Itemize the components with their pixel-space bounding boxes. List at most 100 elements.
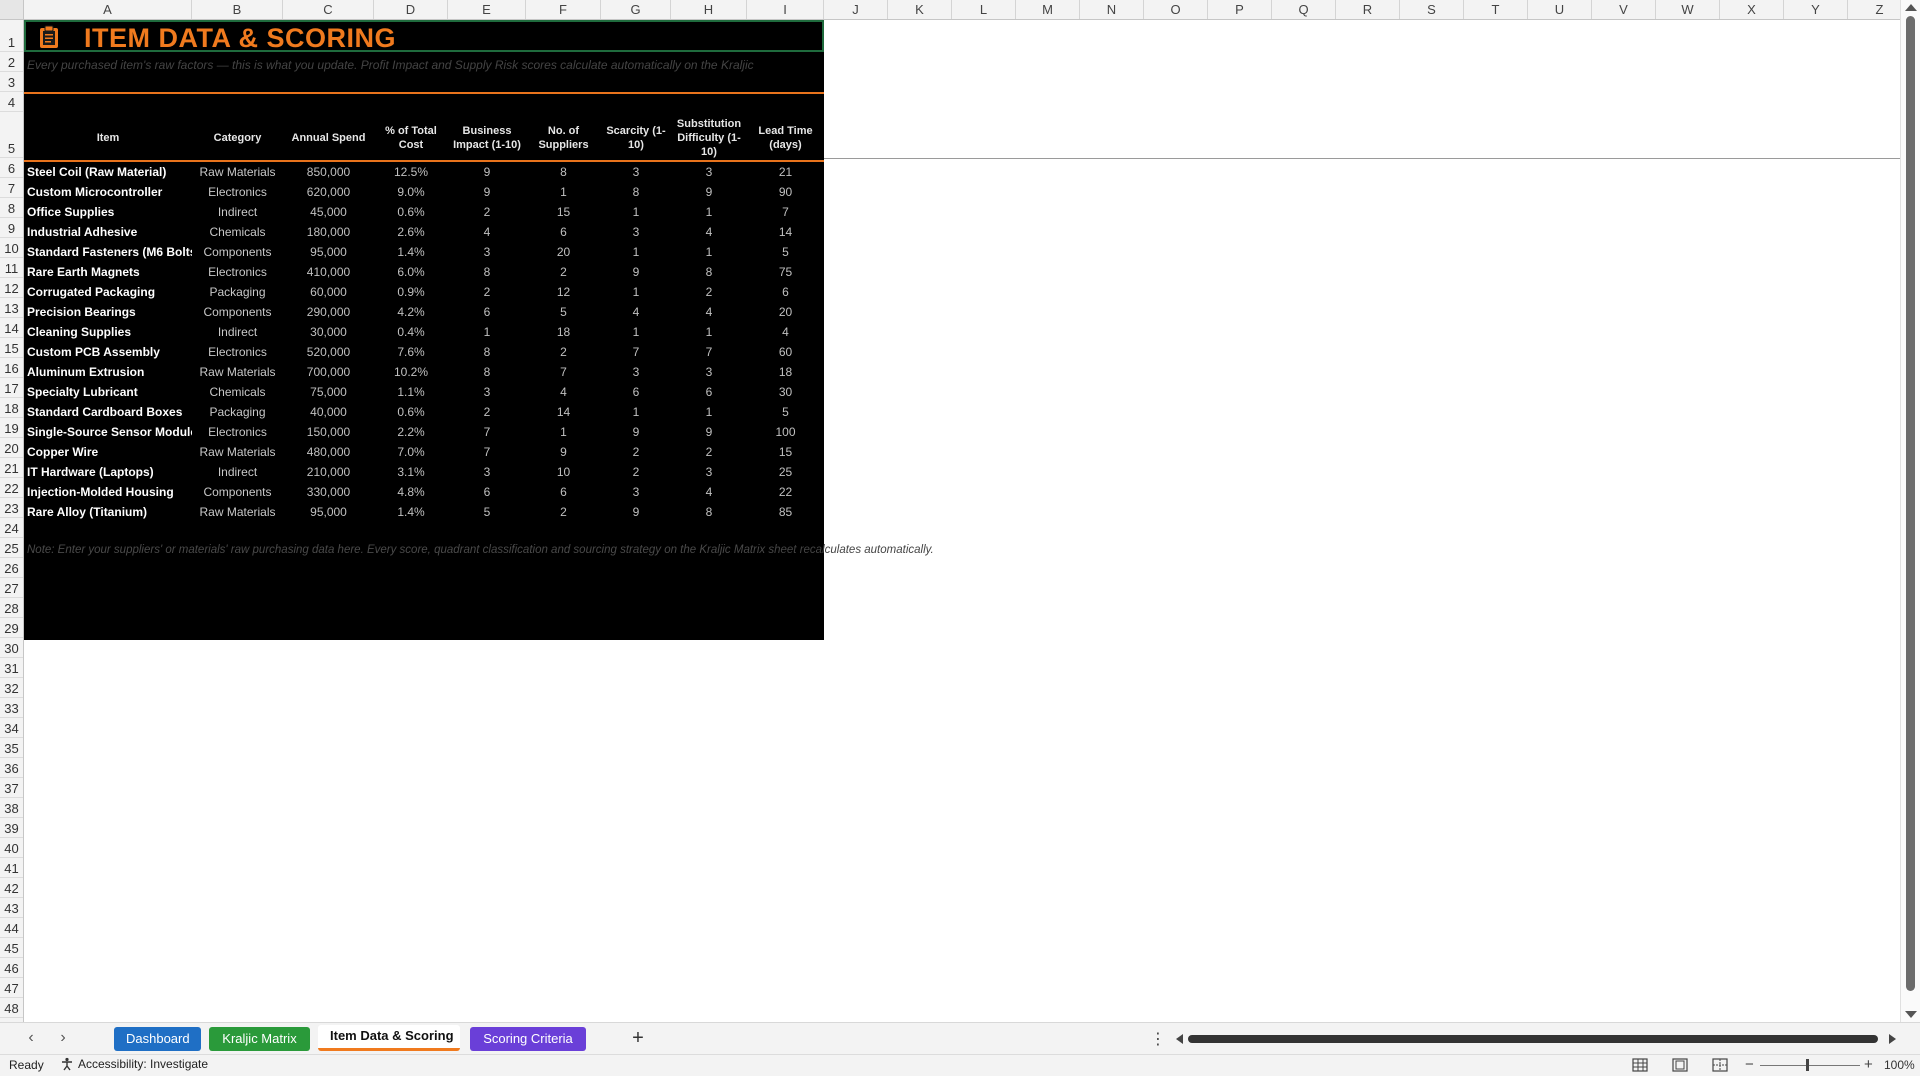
row-header-39[interactable]: 39 — [0, 818, 23, 838]
row-header-19[interactable]: 19 — [0, 418, 23, 438]
row-header-34[interactable]: 34 — [0, 718, 23, 738]
value-cell[interactable]: 3 — [601, 162, 671, 182]
zoom-slider[interactable] — [1760, 1065, 1860, 1066]
value-cell[interactable]: 1.4% — [374, 242, 448, 262]
row-header-3[interactable]: 3 — [0, 72, 23, 92]
horizontal-scrollbar[interactable] — [1176, 1032, 1896, 1046]
category-cell[interactable]: Electronics — [192, 422, 283, 442]
category-cell[interactable]: Chemicals — [192, 382, 283, 402]
value-cell[interactable]: 210,000 — [283, 462, 374, 482]
column-header-j[interactable]: J — [824, 0, 888, 19]
category-cell[interactable]: Electronics — [192, 262, 283, 282]
row-header-31[interactable]: 31 — [0, 658, 23, 678]
value-cell[interactable]: 5 — [747, 242, 824, 262]
row-header-22[interactable]: 22 — [0, 478, 23, 498]
row-header-44[interactable]: 44 — [0, 918, 23, 938]
row-header-32[interactable]: 32 — [0, 678, 23, 698]
value-cell[interactable]: 18 — [747, 362, 824, 382]
page-break-icon[interactable] — [1712, 1058, 1728, 1072]
column-header-k[interactable]: K — [888, 0, 952, 19]
header-cell[interactable]: Business Impact (1-10) — [448, 116, 526, 160]
item-name-cell[interactable]: Cleaning Supplies — [24, 322, 192, 342]
value-cell[interactable]: 14 — [526, 402, 601, 422]
category-cell[interactable]: Indirect — [192, 202, 283, 222]
item-name-cell[interactable]: Specialty Lubricant — [24, 382, 192, 402]
category-cell[interactable]: Chemicals — [192, 222, 283, 242]
header-cell[interactable]: Annual Spend — [283, 116, 374, 160]
header-cell[interactable]: Substitution Difficulty (1-10) — [671, 116, 747, 160]
value-cell[interactable]: 60 — [747, 342, 824, 362]
value-cell[interactable]: 85 — [747, 502, 824, 522]
column-header-u[interactable]: U — [1528, 0, 1592, 19]
item-name-cell[interactable]: Injection-Molded Housing — [24, 482, 192, 502]
row-header-42[interactable]: 42 — [0, 878, 23, 898]
value-cell[interactable]: 1 — [671, 242, 747, 262]
value-cell[interactable]: 2 — [671, 442, 747, 462]
category-cell[interactable]: Components — [192, 482, 283, 502]
value-cell[interactable]: 95,000 — [283, 242, 374, 262]
value-cell[interactable]: 8 — [601, 182, 671, 202]
value-cell[interactable]: 12.5% — [374, 162, 448, 182]
value-cell[interactable]: 2 — [601, 442, 671, 462]
value-cell[interactable]: 150,000 — [283, 422, 374, 442]
column-header-a[interactable]: A — [24, 0, 192, 19]
row-header-18[interactable]: 18 — [0, 398, 23, 418]
value-cell[interactable]: 1 — [526, 422, 601, 442]
row-header-26[interactable]: 26 — [0, 558, 23, 578]
row-header-30[interactable]: 30 — [0, 638, 23, 658]
value-cell[interactable]: 0.9% — [374, 282, 448, 302]
item-name-cell[interactable]: Industrial Adhesive — [24, 222, 192, 242]
value-cell[interactable]: 9 — [601, 422, 671, 442]
value-cell[interactable]: 6 — [601, 382, 671, 402]
row-header-1[interactable]: 1 — [0, 20, 23, 52]
value-cell[interactable]: 180,000 — [283, 222, 374, 242]
row-header-25[interactable]: 25 — [0, 538, 23, 558]
column-header-e[interactable]: E — [448, 0, 526, 19]
value-cell[interactable]: 4 — [671, 222, 747, 242]
value-cell[interactable]: 520,000 — [283, 342, 374, 362]
value-cell[interactable]: 3 — [671, 162, 747, 182]
tab-item-data-scoring[interactable]: Item Data & Scoring — [318, 1025, 460, 1051]
value-cell[interactable]: 30,000 — [283, 322, 374, 342]
value-cell[interactable]: 1 — [601, 402, 671, 422]
value-cell[interactable]: 3.1% — [374, 462, 448, 482]
column-header-x[interactable]: X — [1720, 0, 1784, 19]
value-cell[interactable]: 8 — [448, 262, 526, 282]
value-cell[interactable]: 2 — [448, 402, 526, 422]
column-header-h[interactable]: H — [671, 0, 747, 19]
header-cell[interactable]: Category — [192, 116, 283, 160]
value-cell[interactable]: 60,000 — [283, 282, 374, 302]
row-header-38[interactable]: 38 — [0, 798, 23, 818]
value-cell[interactable]: 1 — [526, 182, 601, 202]
item-name-cell[interactable]: Copper Wire — [24, 442, 192, 462]
value-cell[interactable]: 410,000 — [283, 262, 374, 282]
value-cell[interactable]: 9 — [601, 262, 671, 282]
row-header-48[interactable]: 48 — [0, 998, 23, 1018]
row-header-13[interactable]: 13 — [0, 298, 23, 318]
value-cell[interactable]: 5 — [526, 302, 601, 322]
category-cell[interactable]: Indirect — [192, 322, 283, 342]
zoom-in-button[interactable]: + — [1864, 1056, 1873, 1073]
value-cell[interactable]: 1 — [601, 242, 671, 262]
value-cell[interactable]: 4.2% — [374, 302, 448, 322]
value-cell[interactable]: 2 — [448, 202, 526, 222]
row-header-43[interactable]: 43 — [0, 898, 23, 918]
value-cell[interactable]: 9 — [526, 442, 601, 462]
value-cell[interactable]: 3 — [601, 482, 671, 502]
row-header-37[interactable]: 37 — [0, 778, 23, 798]
scroll-up-arrow-icon[interactable] — [1905, 4, 1917, 11]
value-cell[interactable]: 3 — [601, 222, 671, 242]
row-header-29[interactable]: 29 — [0, 618, 23, 638]
row-header-5[interactable]: 5 — [0, 112, 23, 158]
value-cell[interactable]: 7 — [448, 422, 526, 442]
value-cell[interactable]: 75 — [747, 262, 824, 282]
column-header-v[interactable]: V — [1592, 0, 1656, 19]
value-cell[interactable]: 2.2% — [374, 422, 448, 442]
column-header-b[interactable]: B — [192, 0, 283, 19]
category-cell[interactable]: Raw Materials — [192, 502, 283, 522]
item-name-cell[interactable]: Corrugated Packaging — [24, 282, 192, 302]
value-cell[interactable]: 0.6% — [374, 202, 448, 222]
value-cell[interactable]: 4 — [671, 482, 747, 502]
item-name-cell[interactable]: Precision Bearings — [24, 302, 192, 322]
value-cell[interactable]: 6 — [448, 482, 526, 502]
